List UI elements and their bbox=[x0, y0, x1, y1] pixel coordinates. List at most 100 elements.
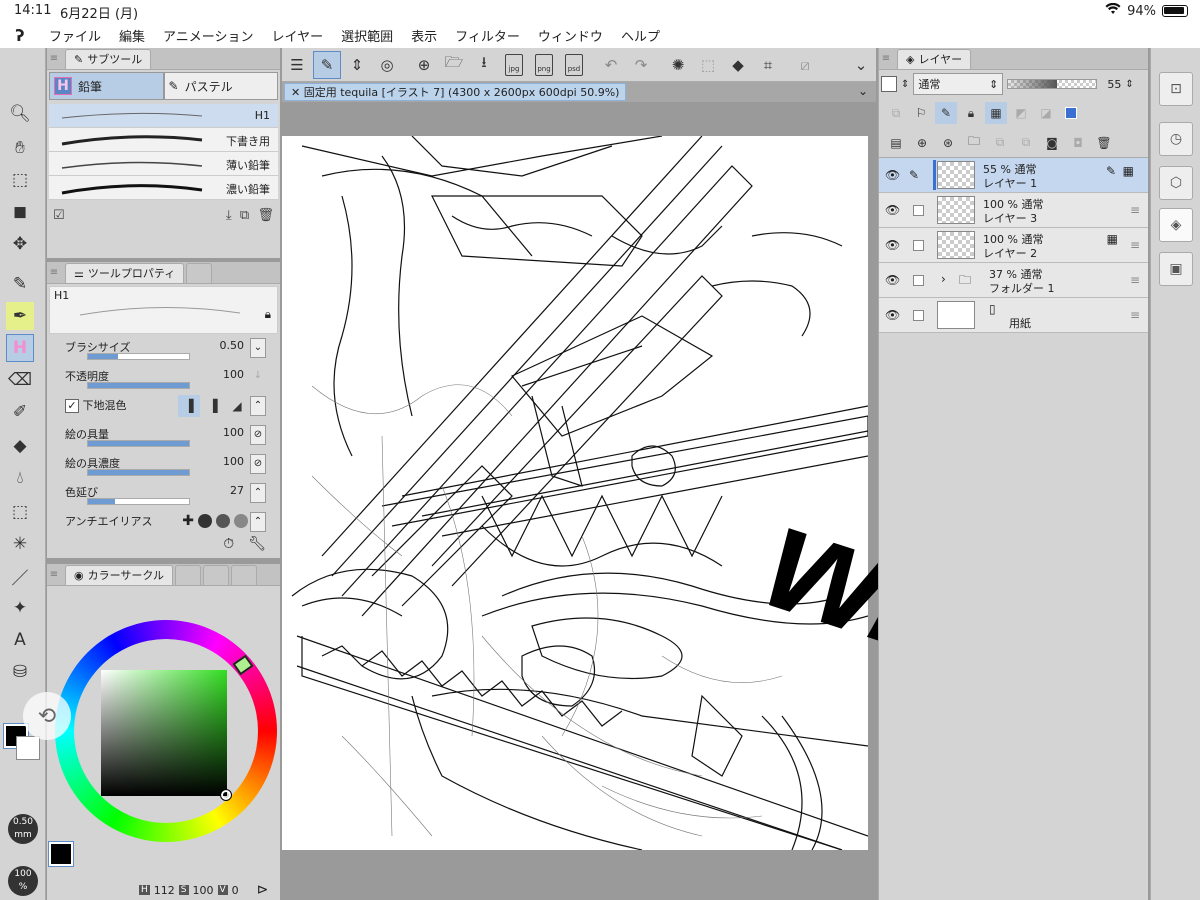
folder-expand-chevron-icon[interactable]: › bbox=[941, 272, 946, 286]
toggle-up-down-icon[interactable]: ⇕ bbox=[343, 51, 371, 79]
pencil-tool-icon[interactable]: H bbox=[6, 334, 34, 362]
menu-file[interactable]: ファイル bbox=[40, 26, 110, 45]
duplicate-icon[interactable]: ⧉ bbox=[240, 208, 249, 223]
prop-slider[interactable] bbox=[87, 440, 190, 447]
menu-help[interactable]: ヘルプ bbox=[612, 26, 669, 45]
clip-studio-icon[interactable]: ◎ bbox=[373, 51, 401, 79]
layer-drag-handle-icon[interactable]: ≡ bbox=[1130, 273, 1140, 287]
zoom-tool-icon[interactable]: 🔍︎ bbox=[6, 100, 34, 128]
sparkle-tool-icon[interactable]: ✦ bbox=[6, 594, 34, 622]
merge-down-icon[interactable]: ⧉ bbox=[1015, 132, 1037, 154]
blend-color-swatch[interactable] bbox=[881, 76, 897, 92]
antialias-none-icon[interactable]: ✚ bbox=[182, 513, 194, 529]
blend-tool-icon[interactable]: 💧︎ bbox=[6, 464, 34, 492]
toolprop-tab-extra[interactable] bbox=[186, 262, 213, 283]
subtool-tab-pastel[interactable]: ✎ パステル bbox=[163, 72, 278, 100]
apply-mask-icon[interactable]: ◘ bbox=[1067, 132, 1089, 154]
tab-list-chevron-icon[interactable]: ⌄ bbox=[858, 84, 868, 98]
layer-tab[interactable]: ◈ レイヤー bbox=[897, 48, 972, 69]
quick-pen-icon[interactable]: ✎ bbox=[313, 50, 341, 79]
brush-item-sketch[interactable]: 下書き用 bbox=[49, 128, 278, 152]
clear-selection-icon[interactable]: ⧄ bbox=[791, 51, 819, 79]
fill-bucket-icon[interactable]: ◆ bbox=[724, 51, 752, 79]
color-tab-set[interactable] bbox=[175, 564, 202, 585]
reset-icon[interactable]: ⏱︎ bbox=[223, 536, 234, 552]
menu-animation[interactable]: アニメーション bbox=[154, 26, 262, 45]
layer-row[interactable]: 👁︎ ✎ 55 % 通常 レイヤー 1 ✎ ▦ bbox=[879, 158, 1148, 193]
subtool-tab[interactable]: ✎ サブツール bbox=[65, 48, 152, 69]
deselect-icon[interactable]: ⬚ bbox=[694, 51, 722, 79]
layer-select-checkbox[interactable] bbox=[913, 240, 924, 251]
layer-select-checkbox[interactable] bbox=[913, 275, 924, 286]
opacity-slider[interactable] bbox=[1007, 79, 1098, 89]
fill-tool-icon[interactable]: ◆ bbox=[6, 432, 34, 460]
canvas-tab[interactable]: ✕ 固定用 tequila [イラスト 7] (4300 x 2600px 60… bbox=[284, 83, 627, 101]
antialias-weak-icon[interactable] bbox=[198, 514, 212, 528]
brush-item-light-pencil[interactable]: 薄い鉛筆 bbox=[49, 152, 278, 176]
close-tab-icon[interactable]: ✕ bbox=[291, 86, 300, 99]
brush-size-indicator[interactable]: 0.50 mm bbox=[8, 814, 38, 844]
delete-layer-icon[interactable]: 🗑︎ bbox=[1093, 132, 1115, 154]
selection-tool-icon[interactable]: ◼ bbox=[6, 198, 34, 226]
reference-layer-icon[interactable]: ⚐ bbox=[910, 102, 932, 124]
color-swap-icon[interactable]: ⟲ bbox=[23, 692, 71, 740]
antialias-mid-icon[interactable] bbox=[216, 514, 230, 528]
save-icon[interactable]: ⭳ bbox=[470, 51, 498, 79]
menu-filter[interactable]: フィルター bbox=[446, 26, 529, 45]
sv-handle[interactable] bbox=[220, 789, 232, 801]
layer-row[interactable]: 👁︎ 100 % 通常 レイヤー 3 ≡ bbox=[879, 193, 1148, 228]
color-tab-mixing[interactable] bbox=[231, 564, 258, 585]
eyedropper-tool-icon[interactable]: ✎ bbox=[6, 270, 34, 298]
ruler-icon[interactable]: ◪ bbox=[1035, 102, 1057, 124]
prop-slider[interactable] bbox=[87, 353, 190, 360]
brush-item-dark-pencil[interactable]: 濃い鉛筆 bbox=[49, 176, 278, 200]
grip-icon[interactable]: ≡ bbox=[879, 53, 893, 64]
menu-edit[interactable]: 編集 bbox=[110, 26, 154, 45]
prop-slider[interactable] bbox=[87, 382, 190, 389]
prop-pressure-button[interactable]: ⊘ bbox=[250, 454, 266, 474]
visibility-eye-icon[interactable]: 👁︎ bbox=[885, 308, 900, 322]
transfer-down-icon[interactable]: ⧉ bbox=[989, 132, 1011, 154]
visibility-eye-icon[interactable]: 👁︎ bbox=[885, 203, 900, 217]
undo-icon[interactable]: ↶ bbox=[597, 51, 625, 79]
new-file-icon[interactable]: ⊕ bbox=[410, 51, 438, 79]
layer-drag-handle-icon[interactable]: ≡ bbox=[1130, 308, 1140, 322]
color-circle-tab[interactable]: ◉ カラーサークル bbox=[65, 564, 174, 585]
blend-mode-select[interactable]: 通常 ⇕ bbox=[913, 73, 1004, 95]
wrench-icon[interactable]: 🔧︎ bbox=[248, 536, 266, 552]
drawing-canvas[interactable] bbox=[282, 136, 868, 850]
line-tool-icon[interactable]: ／ bbox=[6, 562, 34, 590]
object-tool-icon[interactable]: ⬚ bbox=[6, 166, 34, 194]
draft-layer-icon[interactable]: ✎ bbox=[935, 102, 957, 124]
menu-window[interactable]: ウィンドウ bbox=[529, 26, 612, 45]
layer-row-folder[interactable]: 👁︎ › 🗀︎ 37 % 通常 フォルダー 1 ≡ bbox=[879, 263, 1148, 298]
import-icon[interactable]: ⤓ bbox=[226, 208, 232, 223]
marquee-tool-icon[interactable]: ⬚ bbox=[6, 498, 34, 526]
toolprop-tab[interactable]: ⚌ ツールプロパティ bbox=[65, 262, 185, 283]
visibility-eye-icon[interactable]: 👁︎ bbox=[885, 168, 900, 182]
grip-icon[interactable]: ≡ bbox=[47, 53, 61, 64]
open-folder-icon[interactable]: 🗁︎ bbox=[440, 51, 468, 79]
prop-slider[interactable] bbox=[87, 498, 190, 505]
subtool-tab-pencil[interactable]: H 鉛筆 bbox=[49, 72, 164, 100]
prop-slider[interactable] bbox=[87, 469, 190, 476]
visibility-eye-icon[interactable]: 👁︎ bbox=[885, 273, 900, 287]
menu-view[interactable]: 表示 bbox=[402, 26, 446, 45]
lock-transparency-icon[interactable]: ▦ bbox=[985, 102, 1007, 124]
layer-select-checkbox[interactable] bbox=[913, 205, 924, 216]
layer-select-checkbox[interactable] bbox=[913, 310, 924, 321]
main-color-chip[interactable] bbox=[48, 841, 74, 867]
export-psd-icon[interactable]: psd bbox=[560, 51, 588, 79]
trash-icon[interactable]: 🗑︎ bbox=[257, 208, 274, 223]
layer-properties-icon[interactable]: ▤ bbox=[885, 132, 907, 154]
history-icon[interactable]: ◷ bbox=[1159, 122, 1193, 156]
layer-panel-icon[interactable]: ◈ bbox=[1159, 208, 1193, 242]
eraser-tool-icon[interactable]: ⌫ bbox=[6, 366, 34, 394]
new-vector-layer-icon[interactable]: ⊛ bbox=[937, 132, 959, 154]
grip-icon[interactable]: ≡ bbox=[47, 267, 61, 278]
prop-dropdown-button[interactable]: ⌃ bbox=[250, 512, 266, 532]
pen-tool-icon[interactable]: ✒︎ bbox=[6, 302, 34, 330]
antialias-strong-icon[interactable] bbox=[234, 514, 248, 528]
clip-layer-icon[interactable]: ⧉ bbox=[885, 102, 907, 124]
hamburger-menu-icon[interactable]: ☰ bbox=[283, 51, 311, 79]
